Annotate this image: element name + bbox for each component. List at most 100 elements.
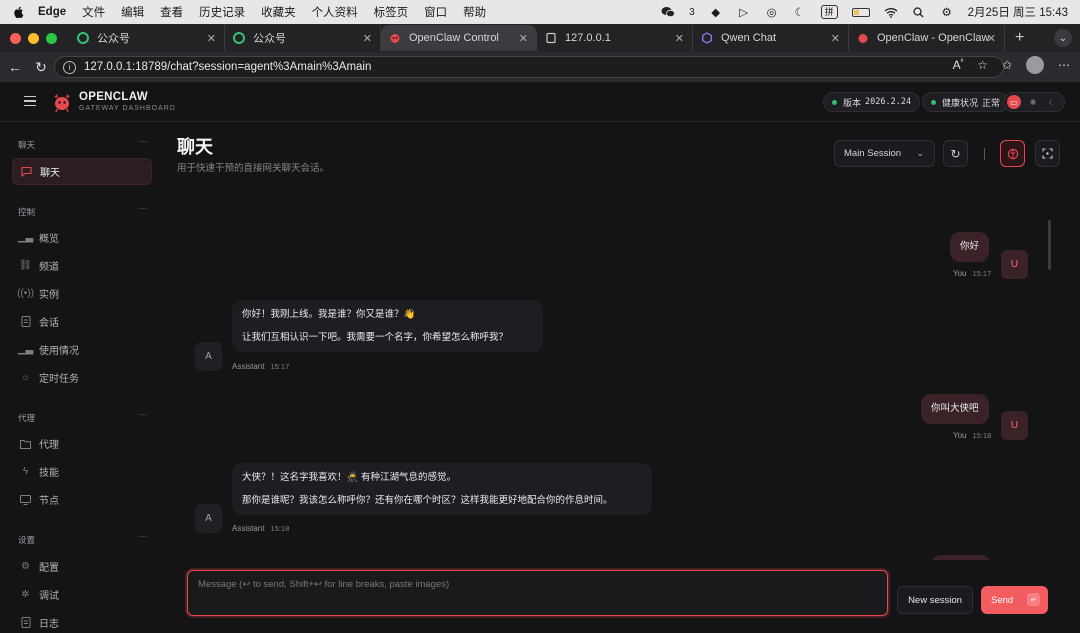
message-sender: Assistant [232,524,265,533]
sidebar-item-logs[interactable]: 日志 [12,609,152,633]
message-time: 15:18 [270,524,290,533]
chat-bubble-icon [21,166,32,177]
focus-mode-button[interactable] [1035,140,1060,167]
tab-openclaw-control[interactable]: OpenClaw Control ✕ [381,25,537,51]
address-bar[interactable]: i 127.0.0.1:18789/chat?session=agent%3Am… [54,56,1004,78]
wechat-icon[interactable] [661,5,675,19]
sidebar-item-label: 使用情况 [39,346,79,357]
collapse-icon[interactable]: — [139,204,147,213]
back-arrow-icon[interactable]: ← [2,54,28,80]
session-select[interactable]: Main Session ⌄ [834,140,935,167]
menu-view[interactable]: 查看 [160,4,183,20]
sidebar-item-cron-jobs[interactable]: ☼ 定时任务 [12,364,152,391]
menu-history[interactable]: 历史记录 [199,4,245,20]
moon-icon[interactable]: ☾ [1045,95,1059,109]
brain-icon [1007,148,1018,159]
theme-toggle[interactable]: ▭ ✺ ☾ [1003,92,1065,112]
close-tab-icon[interactable]: ✕ [207,32,216,45]
apple-icon[interactable] [12,5,26,19]
send-button[interactable]: Send ↵ [981,586,1048,614]
assistant-message-bubble: 大侠？！这名字我喜欢！🥷 有种江湖气息的感觉。 那你是谁呢？我该怎么称呼你？还有… [232,463,652,515]
moon-icon[interactable]: ☾ [793,5,807,19]
sidebar-item-sessions[interactable]: 会话 [12,308,152,335]
sidebar-item-skills[interactable]: ϟ 技能 [12,458,152,485]
thinking-toggle-button[interactable] [1000,140,1025,167]
collapse-icon[interactable]: — [139,532,147,541]
sidebar-item-instances[interactable]: ((•)) 实例 [12,280,152,307]
read-aloud-icon[interactable]: Aª [953,58,964,72]
collapse-icon[interactable]: — [139,137,147,146]
menu-favorites[interactable]: 收藏夹 [261,4,296,20]
collapse-icon[interactable]: — [139,410,147,419]
user-circle-icon[interactable]: ◎ [765,5,779,19]
menu-app-name[interactable]: Edge [38,6,66,18]
sidebar-item-chat[interactable]: 聊天 [12,158,152,185]
message-sender: Assistant [232,362,265,371]
favorite-star-icon[interactable]: ☆ [977,58,988,72]
menu-edit[interactable]: 编辑 [121,4,144,20]
zoom-window-button[interactable] [46,32,57,44]
menu-tabs[interactable]: 标签页 [374,4,409,20]
tab-wechat-official-2[interactable]: 公众号 ✕ [225,25,381,51]
sidebar-item-config[interactable]: ⚙ 配置 [12,553,152,580]
sidebar-section-control: 控制 [18,207,36,217]
hamburger-menu-icon[interactable] [24,96,36,106]
assistant-avatar: A [195,342,222,371]
new-session-button[interactable]: New session [897,586,973,614]
cube-icon[interactable]: ◆ [709,5,723,19]
sun-icon[interactable]: ✺ [1026,95,1040,109]
wechat-favicon-icon [77,32,89,44]
menubar-clock[interactable]: 2月25日 周三 15:43 [968,4,1068,20]
url-text[interactable]: 127.0.0.1:18789/chat?session=agent%3Amai… [84,61,371,73]
spotlight-search-icon[interactable] [912,5,926,19]
chat-thread[interactable]: 你好 U You 15:17 A 你好！我刚上线。我是谁？你又是谁？👋 让我们互相… [166,212,1080,560]
close-tab-icon[interactable]: ✕ [519,32,528,45]
new-tab-icon[interactable]: + [1015,29,1024,47]
play-icon[interactable]: ▷ [737,5,751,19]
sidebar-item-agents[interactable]: 代理 [12,430,152,457]
broadcast-icon: ((•)) [17,288,34,299]
tab-localhost[interactable]: 127.0.0.1 ✕ [537,25,693,51]
more-menu-icon[interactable]: ⋯ [1058,58,1070,72]
chat-scrollbar[interactable] [1048,220,1051,270]
toolbar-divider [984,148,985,160]
openclaw-logo [54,94,70,113]
reload-icon[interactable]: ↻ [28,54,54,80]
close-window-button[interactable] [10,32,21,44]
focus-frame-icon [1042,148,1053,159]
sidebar-item-nodes[interactable]: 节点 [12,486,152,513]
tab-openclaw-docs[interactable]: OpenClaw - OpenClaw ✕ [849,25,1005,51]
tab-qwen-chat[interactable]: Qwen Chat ✕ [693,25,849,51]
message-text: 你好！我刚上线。我是谁？你又是谁？👋 [242,309,416,320]
battery-icon[interactable] [851,7,870,17]
tab-actions-chevron-icon[interactable]: ⌄ [1054,29,1072,47]
page-subtitle: 用于快速干预的直接网关聊天会话。 [177,163,330,174]
close-tab-icon[interactable]: ✕ [987,32,996,45]
close-tab-icon[interactable]: ✕ [363,32,372,45]
refresh-button[interactable]: ↻ [943,140,968,167]
tab-wechat-official-1[interactable]: 公众号 ✕ [69,25,225,51]
close-tab-icon[interactable]: ✕ [675,32,684,45]
user-message-bubble: 你叫大侠吧 [921,394,989,424]
sidebar-item-debug[interactable]: ✲ 调试 [12,581,152,608]
menu-profile[interactable]: 个人资料 [312,4,358,20]
profile-avatar[interactable] [1026,56,1044,74]
sidebar-item-label: 配置 [39,563,59,574]
system-theme-icon[interactable]: ▭ [1007,95,1021,109]
sidebar: 聊天 — 聊天 控制 — ▁▃ 概览 ⛓ 频道 ((•)) 实例 会话 ▁▃ 使… [0,122,166,633]
wifi-icon[interactable] [884,5,898,19]
sidebar-item-usage[interactable]: ▁▃ 使用情况 [12,336,152,363]
close-tab-icon[interactable]: ✕ [831,32,840,45]
health-label: 健康状况 [942,97,979,108]
message-input[interactable]: Message (↩ to send, Shift+↩ for line bre… [187,570,888,616]
menu-file[interactable]: 文件 [82,4,105,20]
input-method-indicator[interactable]: 拼 [820,5,838,19]
sidebar-item-channels[interactable]: ⛓ 频道 [12,252,152,279]
favorites-list-icon[interactable]: ✩ [1002,58,1012,72]
control-center-icon[interactable]: ⚙ [940,5,954,19]
menu-help[interactable]: 帮助 [463,4,486,20]
site-info-icon[interactable]: i [63,60,76,74]
minimize-window-button[interactable] [28,32,39,44]
sidebar-item-overview[interactable]: ▁▃ 概览 [12,224,152,251]
menu-window[interactable]: 窗口 [424,4,447,20]
